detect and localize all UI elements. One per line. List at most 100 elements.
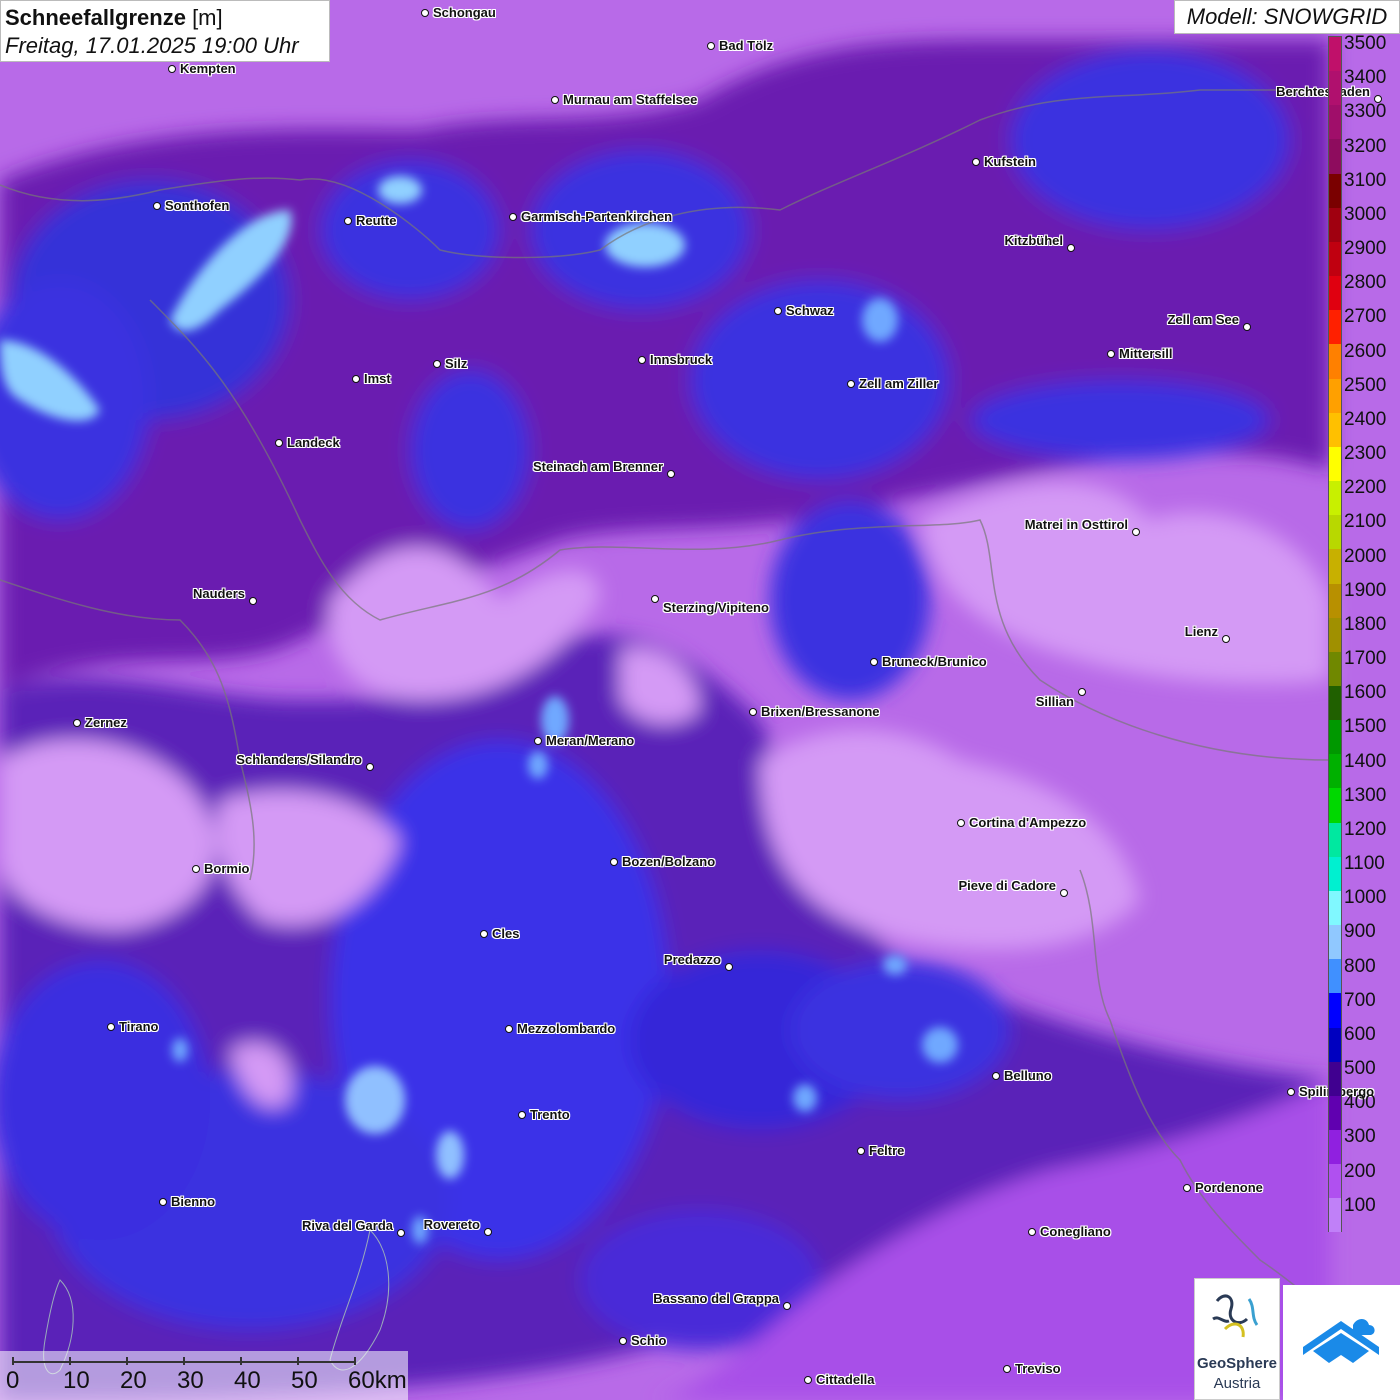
legend-swatch	[1329, 993, 1341, 1028]
city-marker	[153, 202, 161, 210]
legend-label: 900	[1344, 921, 1376, 943]
city-label: Trento	[530, 1107, 570, 1122]
snowfall-map: Schongau Bad Tölz Kempten Murnau am Staffel…	[0, 0, 1400, 1400]
city-label: Belluno	[1004, 1068, 1052, 1083]
city-label: Landeck	[287, 435, 340, 450]
city-label: Brixen/Bressanone	[761, 704, 880, 719]
city-marker	[1060, 889, 1068, 897]
legend-swatch	[1329, 1027, 1341, 1062]
scale-label: 10	[63, 1367, 90, 1394]
city-marker	[870, 658, 878, 666]
city-marker	[1067, 244, 1075, 252]
city-marker	[534, 737, 542, 745]
legend-swatch	[1329, 617, 1341, 652]
legend-label: 1700	[1344, 648, 1387, 670]
city-label: Tirano	[119, 1019, 159, 1034]
geosphere-logo: GeoSphere Austria	[1194, 1278, 1280, 1400]
legend-label: 3000	[1344, 203, 1387, 225]
city-label: Cortina d'Ampezzo	[969, 815, 1087, 830]
city-label: Innsbruck	[650, 352, 713, 367]
city-marker	[73, 719, 81, 727]
legend-swatch	[1329, 685, 1341, 721]
city-label: Pordenone	[1195, 1180, 1263, 1195]
city-label: Sterzing/Vipiteno	[663, 600, 769, 615]
city-marker	[1132, 528, 1140, 536]
map-title: Schneefallgrenze [m]	[5, 5, 223, 30]
legend-swatch	[1329, 241, 1341, 277]
legend-swatch	[1329, 549, 1341, 584]
city-marker	[480, 930, 488, 938]
legend-swatch	[1329, 788, 1341, 823]
scale-label: 60km	[348, 1367, 407, 1394]
color-legend: 3500 3400 3300 3200 3100 3000 2900 2800 2700 2600…	[1328, 33, 1398, 1233]
legend-swatch	[1329, 310, 1341, 345]
geosphere-emblem-icon	[1212, 1294, 1259, 1338]
legend-label: 2500	[1344, 374, 1387, 396]
city-label: Zernez	[85, 715, 127, 730]
map-title-box: Schneefallgrenze [m] Freitag, 17.01.2025…	[0, 0, 330, 62]
legend-label: 600	[1344, 1023, 1376, 1045]
city-marker	[667, 470, 675, 478]
city-label: Kufstein	[984, 154, 1036, 169]
city-marker	[168, 65, 176, 73]
legend-swatch	[1329, 754, 1341, 789]
city-label: Sonthofen	[165, 198, 230, 213]
legend-label: 700	[1344, 989, 1376, 1011]
city-marker	[857, 1147, 865, 1155]
city-label: Cles	[492, 926, 520, 941]
legend-swatch	[1329, 1095, 1341, 1130]
city-label: Silz	[445, 356, 468, 371]
scale-label: 0	[6, 1367, 20, 1394]
city-marker	[352, 375, 360, 383]
city-label: Sillian	[1035, 694, 1074, 709]
legend-label: 800	[1344, 955, 1376, 977]
map-datetime: Freitag, 17.01.2025 19:00 Uhr	[5, 33, 299, 58]
legend-label: 1900	[1344, 579, 1387, 601]
legend-label: 3500	[1344, 33, 1387, 54]
city-marker	[551, 96, 559, 104]
city-label: Bassano del Grappa	[653, 1291, 779, 1306]
city-label: Cittadella	[816, 1372, 875, 1387]
legend-label: 3300	[1344, 101, 1387, 123]
legend-label: 2700	[1344, 306, 1387, 328]
city-marker	[610, 858, 618, 866]
legend-label: 400	[1344, 1092, 1376, 1114]
legend-swatch	[1329, 720, 1341, 755]
legend-label: 2000	[1344, 545, 1387, 567]
legend-label: 1800	[1344, 613, 1387, 635]
legend-swatch	[1329, 1061, 1341, 1096]
city-label: Schio	[631, 1333, 667, 1348]
legend-label: 2200	[1344, 477, 1387, 499]
scale-tick	[240, 1357, 242, 1365]
legend-swatch	[1329, 890, 1341, 926]
scale-bar: 0 10 20 30 40 50 60km	[0, 1351, 408, 1400]
city-label: Imst	[364, 371, 391, 386]
city-label: Matrei in Osttirol	[1024, 517, 1128, 532]
legend-label: 3400	[1344, 67, 1387, 89]
scale-label: 20	[120, 1367, 147, 1394]
city-label: Steinach am Brenner	[532, 459, 663, 474]
city-marker	[619, 1337, 627, 1345]
legend-swatch	[1329, 1164, 1341, 1199]
scale-tick	[297, 1357, 299, 1365]
app-logo	[1283, 1285, 1400, 1400]
city-label: Predazzo	[663, 952, 721, 967]
city-label: Zell am Ziller	[859, 376, 939, 391]
city-marker	[1003, 1365, 1011, 1373]
scale-tick	[354, 1357, 356, 1365]
legend-swatch	[1329, 173, 1341, 208]
city-label: Feltre	[869, 1143, 905, 1158]
city-marker	[505, 1025, 513, 1033]
city-label: Schongau	[433, 5, 496, 20]
legend-swatch	[1329, 344, 1341, 379]
legend-swatch	[1329, 37, 1341, 72]
city-marker	[433, 360, 441, 368]
city-marker	[275, 439, 283, 447]
city-marker	[107, 1023, 115, 1031]
legend-label: 3200	[1344, 135, 1387, 157]
city-marker	[421, 9, 429, 17]
legend-swatch	[1329, 583, 1341, 618]
city-marker	[707, 42, 715, 50]
legend-label: 1600	[1344, 682, 1387, 704]
legend-swatch	[1329, 446, 1341, 482]
